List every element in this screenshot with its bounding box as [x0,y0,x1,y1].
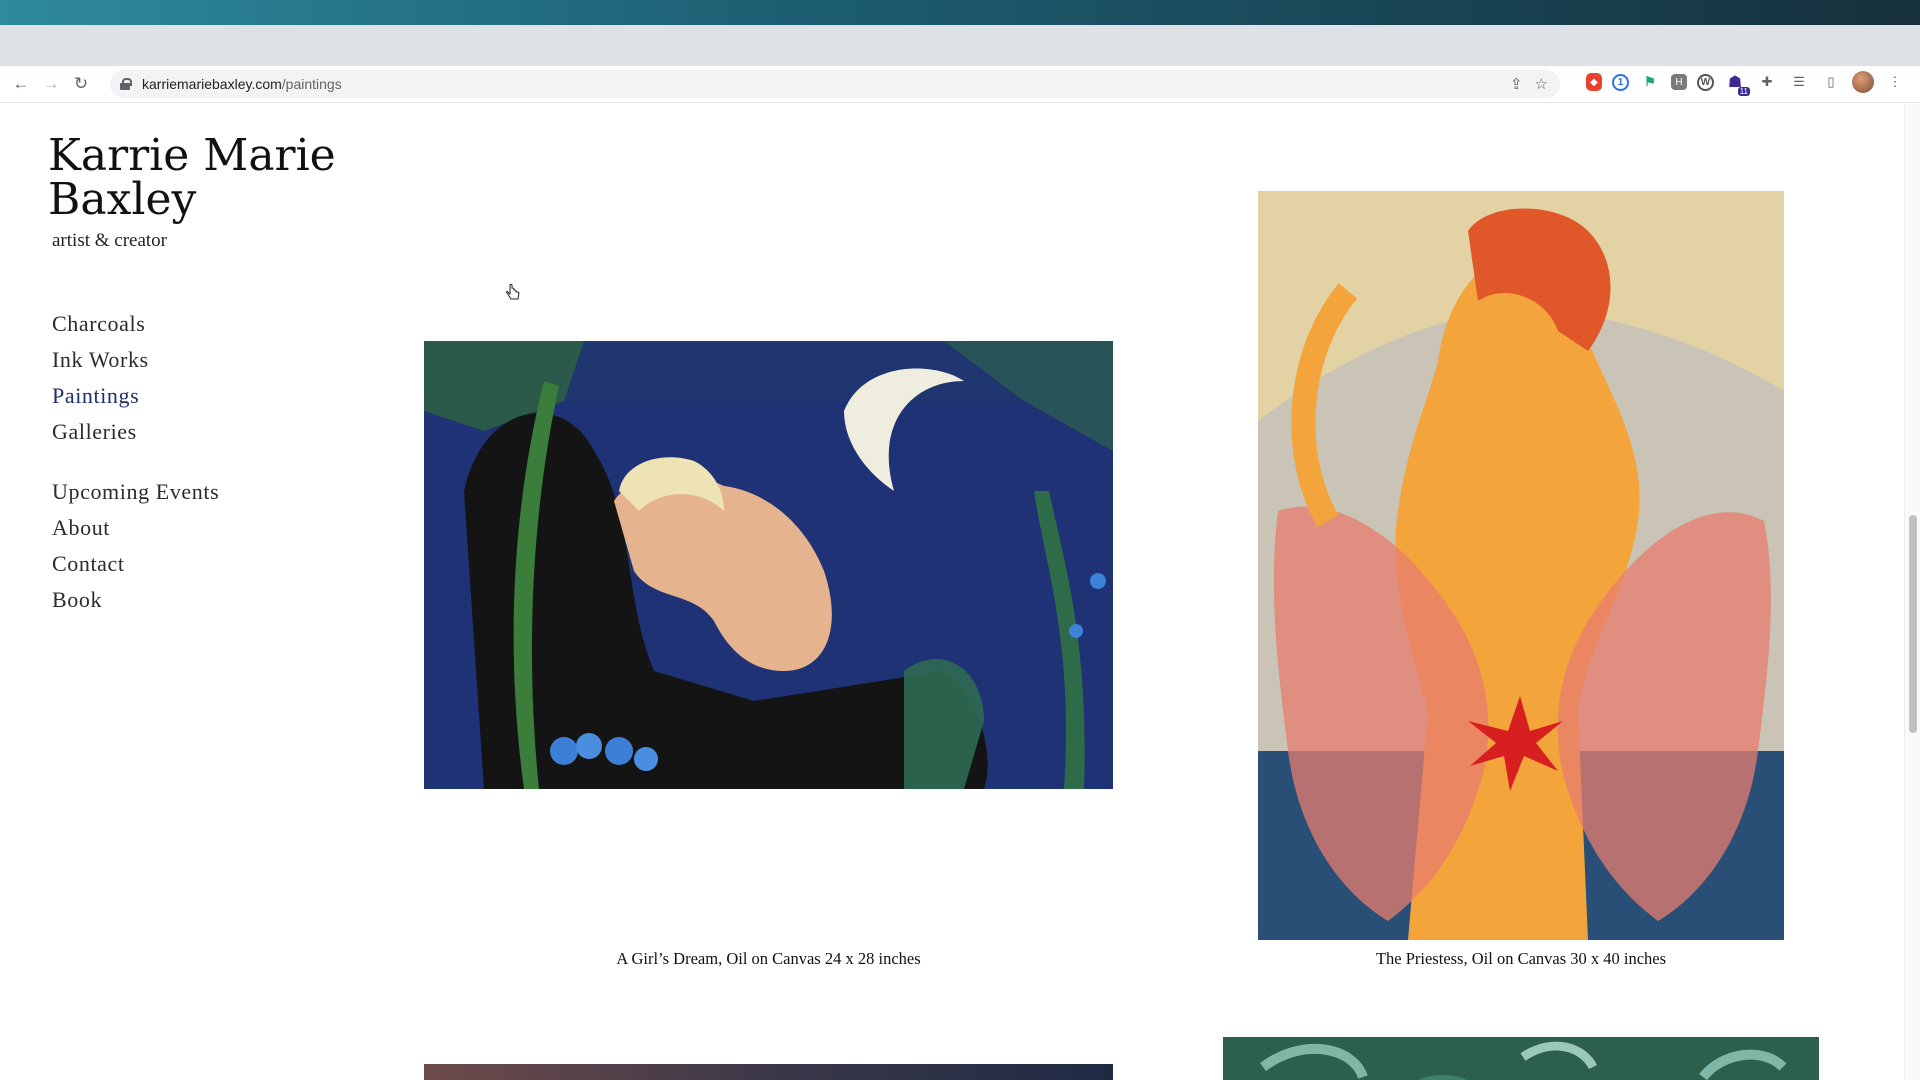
menu-kebab-icon[interactable]: ⋮ [1884,71,1906,93]
secondary-nav: Upcoming Events About Contact Book [52,474,219,618]
extension-green-icon[interactable]: ⚑ [1639,71,1661,93]
nav-galleries[interactable]: Galleries [52,414,149,450]
painting-partial-4[interactable] [1223,1037,1819,1080]
reading-list-icon[interactable]: ☰ [1788,71,1810,93]
browser-toolbar: ← → ↻ karriemariebaxley.com/paintings ⇪ … [0,66,1920,103]
nav-ink-works[interactable]: Ink Works [52,342,149,378]
primary-nav: Charcoals Ink Works Paintings Galleries [52,306,149,450]
web-page: Karrie Marie Baxley artist & creator Cha… [0,104,1920,1080]
painting-partial-3[interactable] [424,1064,1113,1080]
extension-badge-icon[interactable]: ☗ 11 [1724,71,1750,96]
url-text: karriemariebaxley.com/paintings [142,76,342,92]
extension-red-icon[interactable]: ◆ [1586,73,1602,91]
profile-avatar[interactable] [1852,71,1874,93]
wordpress-icon[interactable]: W [1697,73,1714,91]
nav-charcoals[interactable]: Charcoals [52,306,149,342]
site-tagline: artist & creator [52,230,168,251]
tab-strip [0,25,1920,66]
lock-icon [120,78,132,90]
desktop-background [0,0,1920,25]
side-panel-icon[interactable]: ▯ [1820,71,1842,93]
painting-the-priestess[interactable] [1258,191,1784,940]
nav-paintings[interactable]: Paintings [52,378,149,414]
site-title[interactable]: Karrie Marie Baxley [48,134,368,222]
nav-upcoming-events[interactable]: Upcoming Events [52,474,219,510]
browser-window: ← → ↻ karriemariebaxley.com/paintings ⇪ … [0,25,1920,1080]
address-bar[interactable]: karriemariebaxley.com/paintings ⇪ ☆ [110,70,1560,98]
reload-icon[interactable]: ↻ [66,69,96,99]
scrollbar-thumb[interactable] [1909,515,1917,733]
extensions-bar: ◆ 1 ⚑ H W ☗ 11 ✚ ☰ ▯ ⋮ [1586,71,1906,96]
nav-book[interactable]: Book [52,582,219,618]
page-scrollbar[interactable] [1904,104,1920,1080]
puzzle-extensions-icon[interactable]: ✚ [1756,71,1778,93]
nav-about[interactable]: About [52,510,219,546]
nav-contact[interactable]: Contact [52,546,219,582]
url-host: karriemariebaxley.com [142,76,282,92]
url-path: /paintings [281,76,342,92]
hand-cursor-icon [506,284,520,300]
extension-gray-icon[interactable]: H [1671,74,1687,90]
forward-icon[interactable]: → [36,69,66,99]
caption-a-girls-dream: A Girl’s Dream, Oil on Canvas 24 x 28 in… [616,949,921,968]
bookmark-star-icon[interactable]: ☆ [1535,75,1548,93]
painting-a-girls-dream[interactable] [424,341,1113,789]
share-icon[interactable]: ⇪ [1510,75,1523,93]
password-manager-icon[interactable]: 1 [1612,73,1629,91]
extension-badge-count: 11 [1737,87,1750,96]
back-icon[interactable]: ← [6,69,36,99]
caption-the-priestess: The Priestess, Oil on Canvas 30 x 40 inc… [1375,949,1667,968]
